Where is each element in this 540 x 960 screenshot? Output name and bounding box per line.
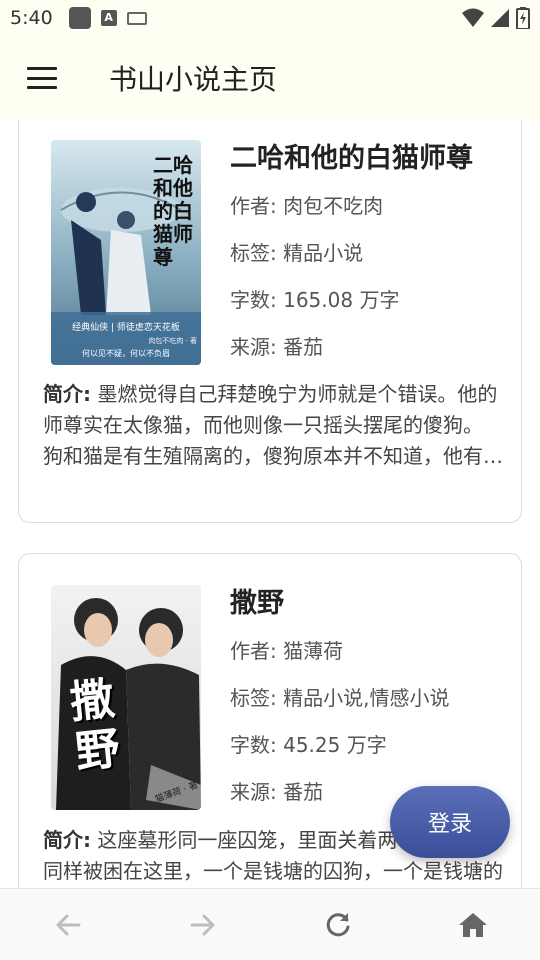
- status-time: 5:40: [10, 7, 53, 29]
- status-bar: 5:40 A: [0, 0, 540, 36]
- book-title[interactable]: 二哈和他的白猫师尊: [230, 135, 473, 183]
- hamburger-menu-icon[interactable]: [27, 67, 57, 89]
- book-wordcount-row: 字数: 165.08 万字: [230, 277, 473, 324]
- tags-label: 标签:: [230, 686, 284, 710]
- book-tags: 精品小说: [283, 241, 364, 265]
- book-author: 猫薄荷: [283, 639, 344, 663]
- book-wordcount: 45.25 万字: [283, 733, 387, 757]
- book-cover-image[interactable]: 二哈和他的白猫师尊 经典仙侠 | 师徒虐恋天花板 肉包不吃肉 · 著 何以见不疑…: [51, 140, 201, 365]
- book-wordcount-row: 字数: 45.25 万字: [230, 722, 449, 769]
- book-info: 撒野 作者: 猫薄荷 标签: 精品小说,情感小说 字数: 45.25 万字 来源…: [230, 580, 449, 816]
- keyboard-icon: [126, 11, 147, 25]
- app-notification-icon: [68, 7, 91, 29]
- back-arrow-icon[interactable]: [38, 895, 98, 955]
- cover-banner: 经典仙侠 | 师徒虐恋天花板: [72, 323, 180, 333]
- battery-icon: [516, 7, 530, 29]
- cover-author-text: 肉包不吃肉 · 著: [148, 337, 197, 345]
- book-tags: 精品小说,情感小说: [283, 686, 450, 710]
- book-author-row: 作者: 肉包不吃肉: [230, 183, 473, 230]
- home-icon[interactable]: [443, 895, 503, 955]
- book-list[interactable]: 二哈和他的白猫师尊 经典仙侠 | 师徒虐恋天花板 肉包不吃肉 · 著 何以见不疑…: [0, 120, 540, 888]
- words-label: 字数:: [230, 288, 284, 312]
- book-author: 肉包不吃肉: [283, 194, 384, 218]
- author-label: 作者:: [230, 194, 284, 218]
- book-source: 番茄: [283, 780, 324, 804]
- cover-title-art: 撒野: [67, 673, 123, 779]
- book-info: 二哈和他的白猫师尊 作者: 肉包不吃肉 标签: 精品小说 字数: 165.08 …: [230, 135, 473, 371]
- summary-label: 简介:: [43, 382, 91, 406]
- signal-icon: [491, 9, 509, 27]
- cover-tagline: 何以见不疑，何以不负眉: [82, 349, 170, 358]
- author-label: 作者:: [230, 639, 284, 663]
- app-header: 书山小说主页: [0, 36, 540, 120]
- summary-text: 墨燃觉得自己拜楚晚宁为师就是个错误。他的师尊实在太像猫，而他则像一只摇头摆尾的傻…: [43, 382, 503, 468]
- book-cover-image[interactable]: 撒野 猫薄荷 · 著: [51, 585, 201, 810]
- status-right-icons: [456, 7, 530, 29]
- refresh-icon[interactable]: [308, 895, 368, 955]
- login-button[interactable]: 登录: [390, 786, 510, 858]
- cover-title-art: 二哈和他的白猫师尊: [153, 153, 193, 269]
- book-summary: 简介: 墨燃觉得自己拜楚晚宁为师就是个错误。他的师尊实在太像猫，而他则像一只摇头…: [43, 379, 503, 472]
- tags-label: 标签:: [230, 241, 284, 265]
- words-label: 字数:: [230, 733, 284, 757]
- book-card[interactable]: 二哈和他的白猫师尊 经典仙侠 | 师徒虐恋天花板 肉包不吃肉 · 著 何以见不疑…: [18, 120, 522, 523]
- book-author-row: 作者: 猫薄荷: [230, 628, 449, 675]
- forward-arrow-icon[interactable]: [173, 895, 233, 955]
- book-source: 番茄: [283, 335, 324, 359]
- book-wordcount: 165.08 万字: [283, 288, 400, 312]
- source-label: 来源:: [230, 335, 284, 359]
- bottom-nav: [0, 888, 540, 960]
- wifi-icon: [462, 8, 484, 27]
- summary-label: 简介:: [43, 828, 91, 852]
- page-title: 书山小说主页: [109, 63, 278, 96]
- source-label: 来源:: [230, 780, 284, 804]
- book-tags-row: 标签: 精品小说: [230, 230, 473, 277]
- book-source-row: 来源: 番茄: [230, 324, 473, 371]
- a-badge-icon: A: [100, 10, 117, 26]
- book-title[interactable]: 撒野: [230, 580, 449, 628]
- book-tags-row: 标签: 精品小说,情感小说: [230, 675, 449, 722]
